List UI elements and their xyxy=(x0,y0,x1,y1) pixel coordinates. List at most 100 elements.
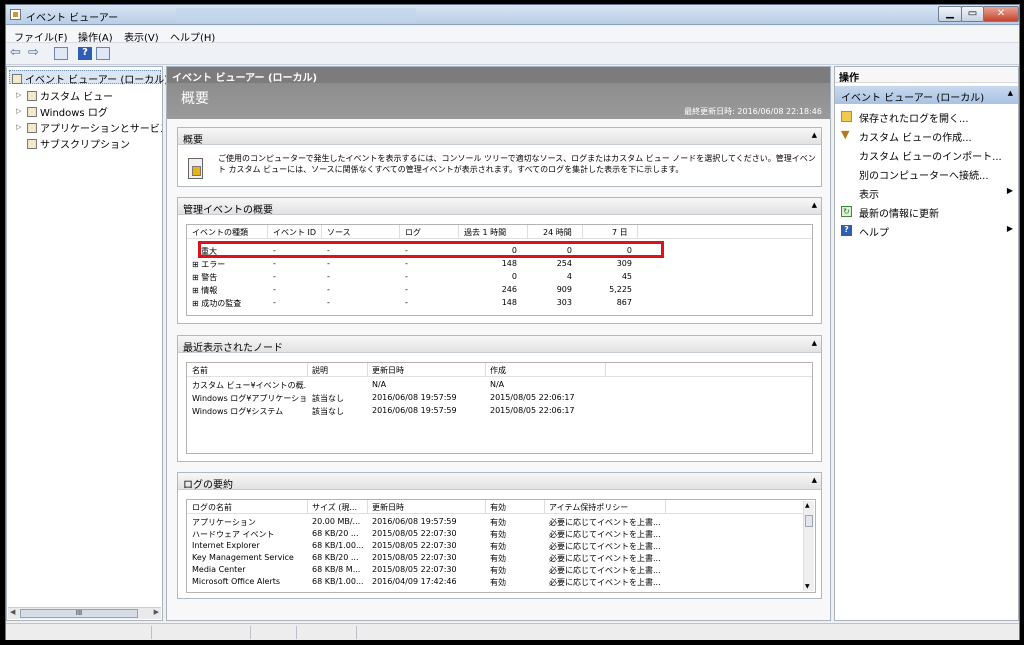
cell-updated: 2015/08/05 22:07:30 xyxy=(372,565,457,574)
column-divider[interactable] xyxy=(367,363,368,377)
col-event-type[interactable]: イベントの種類 xyxy=(192,227,248,238)
help-icon[interactable]: ? xyxy=(78,47,92,60)
column-divider[interactable] xyxy=(307,500,308,514)
collapse-arrow-icon[interactable]: ▲ xyxy=(812,339,817,347)
cell-24-hours: 909 xyxy=(556,285,572,294)
critical-row-highlight xyxy=(198,241,664,258)
show-hide-tree-icon[interactable] xyxy=(54,47,68,60)
scroll-left-icon[interactable]: ◀ xyxy=(10,608,15,616)
expand-arrow-icon[interactable]: ▷ xyxy=(16,123,21,131)
panel-header-label: 概要 xyxy=(183,135,203,146)
cell-size: 68 KB/1.00... xyxy=(312,577,364,586)
show-hide-actions-icon[interactable] xyxy=(96,47,110,60)
tree-item-label: アプリケーションとサービス ログ xyxy=(40,124,162,135)
forward-arrow-icon[interactable]: ⇨ xyxy=(28,46,42,60)
col-size[interactable]: サイズ (現... xyxy=(312,502,357,513)
action-import-custom-view[interactable]: カスタム ビューのインポート... xyxy=(835,146,1018,164)
cell-updated: N/A xyxy=(372,380,387,389)
tree-item-subscriptions[interactable]: サブスクリプション xyxy=(27,136,130,151)
scroll-thumb[interactable] xyxy=(805,515,813,527)
col-updated[interactable]: 更新日時 xyxy=(372,365,404,376)
recent-nodes-header[interactable]: 最近表示されたノード ▲ xyxy=(178,336,821,354)
action-view[interactable]: 表示 ▶ xyxy=(835,184,1018,202)
actions-section-header[interactable]: イベント ビューアー (ローカル) ▲ xyxy=(835,86,1018,104)
action-refresh[interactable]: ↻ 最新の情報に更新 xyxy=(835,203,1018,221)
tree-item-custom-views[interactable]: カスタム ビュー xyxy=(27,88,113,103)
title-bar[interactable]: イベント ビューアー ▁ ▭ ✕ xyxy=(6,5,1019,25)
event-viewer-icon xyxy=(12,74,22,84)
collapse-arrow-icon[interactable]: ▲ xyxy=(812,131,817,139)
col-log-name[interactable]: ログの名前 xyxy=(192,502,232,513)
column-divider[interactable] xyxy=(307,363,308,377)
col-enabled[interactable]: 有効 xyxy=(490,502,506,513)
column-divider[interactable] xyxy=(367,500,368,514)
log-summary-panel: ログの要約 ▲ ログの名前 サイズ (現... 更新日時 有効 アイテム保持ポリ… xyxy=(177,472,822,599)
column-divider[interactable] xyxy=(458,225,459,239)
menu-file[interactable]: ファイル(F) xyxy=(14,29,68,44)
col-created[interactable]: 作成 xyxy=(490,365,506,376)
scroll-right-icon[interactable]: ▶ xyxy=(154,608,159,616)
column-divider[interactable] xyxy=(544,500,545,514)
menu-action[interactable]: 操作(A) xyxy=(78,29,113,44)
column-divider[interactable] xyxy=(582,225,583,239)
last-updated: 最終更新日時: 2016/06/08 22:18:46 xyxy=(684,107,822,116)
col-last-hour[interactable]: 過去 1 時間 xyxy=(464,227,506,238)
close-button[interactable]: ✕ xyxy=(983,6,1019,22)
action-label: 表示 xyxy=(859,190,879,201)
col-source[interactable]: ソース xyxy=(327,227,351,238)
column-divider[interactable] xyxy=(267,225,268,239)
log-summary-vertical-scrollbar[interactable]: ▲ ▼ xyxy=(803,501,814,591)
scroll-up-icon[interactable]: ▲ xyxy=(805,502,810,509)
folder-icon xyxy=(27,123,37,133)
col-event-id[interactable]: イベント ID xyxy=(273,227,316,238)
cell-enabled: 有効 xyxy=(490,530,506,539)
expand-arrow-icon[interactable]: ▷ xyxy=(16,91,21,99)
column-divider[interactable] xyxy=(665,500,666,514)
col-24-hours[interactable]: 24 時間 xyxy=(543,227,572,238)
cell-log: - xyxy=(405,272,408,281)
column-divider[interactable] xyxy=(637,225,638,239)
collapse-arrow-icon[interactable]: ▲ xyxy=(812,201,817,209)
tree-root[interactable]: イベント ビューアー (ローカル) xyxy=(9,70,168,86)
menu-help[interactable]: ヘルプ(H) xyxy=(170,29,215,44)
overview-panel-header[interactable]: 概要 ▲ xyxy=(178,128,821,146)
column-divider[interactable] xyxy=(527,225,528,239)
col-retention-policy[interactable]: アイテム保持ポリシー xyxy=(549,502,628,513)
tree-item-windows-logs[interactable]: Windows ログ xyxy=(27,104,108,119)
action-label: カスタム ビューのインポート... xyxy=(859,152,1002,163)
col-7-days[interactable]: 7 日 xyxy=(612,227,628,238)
collapse-arrow-icon[interactable]: ▲ xyxy=(1008,89,1013,97)
action-help[interactable]: ? ヘルプ ▶ xyxy=(835,222,1018,240)
cell-type: ⊞ エラー xyxy=(192,260,226,269)
scroll-down-icon[interactable]: ▼ xyxy=(805,583,810,590)
col-log[interactable]: ログ xyxy=(405,227,421,238)
tree-item-applications-services[interactable]: アプリケーションとサービス ログ xyxy=(27,120,162,135)
help-icon: ? xyxy=(841,225,852,236)
cell-log-name: アプリケーション xyxy=(192,518,256,527)
collapse-arrow-icon[interactable]: ▲ xyxy=(812,476,817,484)
cell-created: 2015/08/05 22:06:17 xyxy=(490,393,575,402)
minimize-button[interactable]: ▁ xyxy=(938,6,962,22)
col-updated[interactable]: 更新日時 xyxy=(372,502,404,513)
back-arrow-icon[interactable]: ⇦ xyxy=(10,46,24,60)
column-divider[interactable] xyxy=(485,363,486,377)
column-divider[interactable] xyxy=(485,500,486,514)
admin-events-header[interactable]: 管理イベントの概要 ▲ xyxy=(178,198,821,216)
col-description[interactable]: 説明 xyxy=(312,365,328,376)
column-divider[interactable] xyxy=(399,225,400,239)
column-divider[interactable] xyxy=(605,363,606,377)
log-summary-header[interactable]: ログの要約 ▲ xyxy=(178,473,821,491)
expand-arrow-icon[interactable]: ▷ xyxy=(16,107,21,115)
action-open-saved-log[interactable]: 保存されたログを開く... xyxy=(835,108,1018,126)
maximize-button[interactable]: ▭ xyxy=(961,6,984,22)
scroll-thumb[interactable]: III xyxy=(20,609,138,618)
status-divider xyxy=(356,626,357,639)
tree-horizontal-scrollbar[interactable]: ◀ III ▶ xyxy=(8,607,161,619)
action-create-custom-view[interactable]: ▼ カスタム ビューの作成... xyxy=(835,127,1018,145)
action-connect-another-computer[interactable]: 別のコンピューターへ接続... xyxy=(835,165,1018,183)
col-name[interactable]: 名前 xyxy=(192,365,208,376)
menu-view[interactable]: 表示(V) xyxy=(124,29,159,44)
cell-policy: 必要に応じてイベントを上書... xyxy=(549,518,661,527)
column-divider[interactable] xyxy=(321,225,322,239)
cell-source: - xyxy=(327,259,330,268)
